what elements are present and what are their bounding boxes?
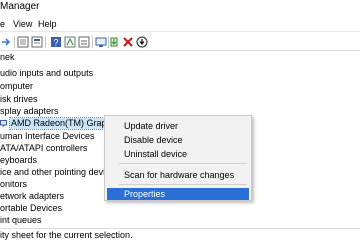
tree-item[interactable]: ATA/ATAPI controllers — [0, 143, 87, 154]
show-hidden-icon[interactable] — [64, 36, 76, 48]
update-driver-menu-item[interactable]: Update driver — [105, 120, 251, 132]
tree-item-label: splay adapters — [0, 106, 59, 116]
toolbar-separator — [45, 36, 46, 48]
properties-icon[interactable] — [31, 36, 43, 48]
tree-item-label: onitors — [0, 179, 28, 189]
tree-item-label: ATA/ATAPI controllers — [0, 143, 88, 153]
svg-text:?: ? — [53, 38, 58, 48]
title-bar: Manager — [0, 0, 360, 16]
scan-hardware-menu-item[interactable]: Scan for hardware changes — [105, 169, 251, 181]
menu-help[interactable]: Help — [38, 19, 57, 29]
menu-bar: e View Help — [0, 17, 360, 32]
tree-item[interactable]: udio inputs and outputs — [0, 68, 93, 79]
forward-icon[interactable] — [0, 36, 12, 48]
window-title: Manager — [0, 1, 40, 12]
uninstall-icon[interactable] — [122, 36, 134, 48]
tree-item-label: nek — [0, 52, 15, 62]
tree-item-label: ice and other pointing devices — [0, 167, 120, 177]
disable-icon[interactable] — [136, 36, 148, 48]
tree-item-label: etwork adapters — [0, 191, 65, 201]
tree-item[interactable]: ice and other pointing devices — [0, 167, 119, 178]
tree-item-label: omputer — [0, 81, 34, 91]
context-menu: Update driver Disable device Uninstall d… — [104, 115, 252, 201]
tree-item[interactable]: onitors — [0, 179, 27, 190]
disable-device-menu-item[interactable]: Disable device — [105, 134, 251, 146]
status-bar: ity sheet for the current selection. — [0, 228, 360, 240]
toolbar-separator — [92, 36, 93, 48]
tree-item[interactable]: etwork adapters — [0, 191, 64, 202]
tree-item-label: udio inputs and outputs — [0, 68, 94, 78]
tree-item-label: isk drives — [0, 94, 38, 104]
update-driver-icon[interactable] — [108, 36, 120, 48]
toolbar-separator — [14, 36, 15, 48]
menu-separator — [119, 184, 247, 185]
tree-item[interactable]: omputer — [0, 81, 33, 92]
uninstall-device-menu-item[interactable]: Uninstall device — [105, 148, 251, 160]
properties-menu-item[interactable]: Properties — [107, 188, 249, 200]
menu-view[interactable]: View — [13, 19, 32, 29]
toolbar: ? — [0, 33, 360, 51]
tree-item[interactable]: uman Interface Devices — [0, 131, 95, 142]
tree-item[interactable]: nek — [0, 52, 15, 63]
tree-item-label: uman Interface Devices — [0, 131, 95, 141]
tree-item[interactable]: eyboards — [0, 155, 37, 166]
tree-item[interactable]: ortable Devices — [0, 203, 62, 214]
device-list-icon[interactable] — [17, 36, 29, 48]
tree-item-label: int queues — [0, 215, 42, 225]
help-icon[interactable]: ? — [50, 36, 62, 48]
status-text: ity sheet for the current selection. — [0, 230, 133, 240]
menu-separator — [119, 163, 247, 164]
menu-file[interactable]: e — [0, 19, 5, 29]
tree-item-label: eyboards — [0, 155, 38, 165]
tree-item[interactable]: splay adapters — [0, 106, 59, 117]
tree-item[interactable]: int queues — [0, 215, 42, 226]
tree-item[interactable]: isk drives — [0, 94, 38, 105]
list-view-icon[interactable] — [78, 36, 90, 48]
tree-item-label: ortable Devices — [0, 203, 63, 213]
scan-hardware-icon[interactable] — [95, 36, 107, 48]
display-adapter-icon — [0, 119, 7, 127]
